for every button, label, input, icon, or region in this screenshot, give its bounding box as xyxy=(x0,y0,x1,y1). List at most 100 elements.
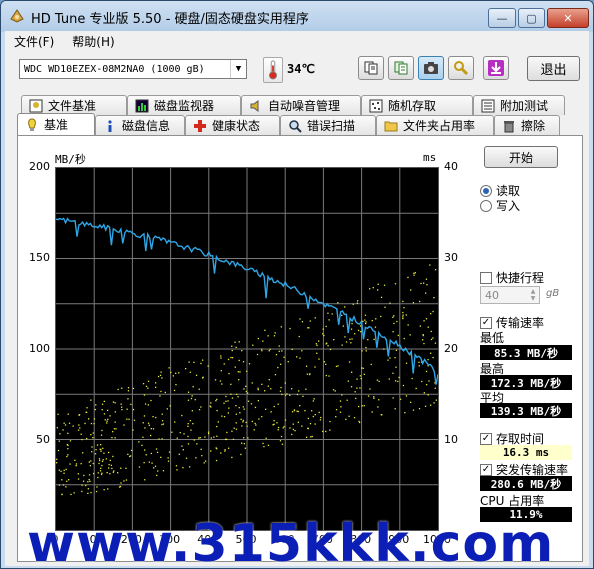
access-time-point xyxy=(217,421,219,423)
close-button[interactable]: ✕ xyxy=(547,8,589,28)
access-time-point xyxy=(166,408,168,410)
access-time-point xyxy=(107,409,109,411)
access-time-point xyxy=(106,420,108,422)
minimize-button[interactable]: — xyxy=(488,8,516,28)
access-time-point xyxy=(105,458,107,460)
copy-all-button[interactable] xyxy=(388,56,414,80)
menu-help[interactable]: 帮助(H) xyxy=(63,33,123,50)
access-time-point xyxy=(172,375,174,377)
tab-erase[interactable]: 擦除 xyxy=(494,115,560,135)
access-time-point xyxy=(299,357,301,359)
tab-error-scan[interactable]: 错误扫描 xyxy=(280,115,376,135)
menu-file[interactable]: 文件(F) xyxy=(5,33,63,50)
access-time-point xyxy=(283,425,285,428)
access-time-point xyxy=(221,383,223,385)
quick-stroke-checkbox[interactable]: 快捷行程 xyxy=(480,269,544,286)
access-time-point xyxy=(95,490,98,493)
access-time-point xyxy=(359,387,361,389)
maximize-button[interactable]: ▢ xyxy=(518,8,545,28)
quick-stroke-stepper[interactable]: 40 ▲ ▼ xyxy=(480,286,540,304)
access-time-point xyxy=(161,420,164,422)
drive-select[interactable]: WDC WD10EZEX-08M2NA0 (1000 gB) ▼ xyxy=(19,59,247,79)
tab-file-benchmark[interactable]: 文件基准 xyxy=(21,95,127,115)
access-time-point xyxy=(403,307,405,309)
access-time-point xyxy=(345,341,348,343)
tab-label: 健康状态 xyxy=(212,119,261,133)
access-time-point xyxy=(307,417,309,420)
access-time-point xyxy=(359,421,361,424)
options-button[interactable] xyxy=(448,56,474,80)
access-time-point xyxy=(151,462,153,464)
access-time-point xyxy=(67,432,69,434)
access-time-point xyxy=(242,419,244,422)
access-time-point xyxy=(305,365,308,367)
access-time-point xyxy=(64,424,67,426)
access-time-point xyxy=(89,480,91,482)
access-time-point xyxy=(318,340,320,342)
access-time-point xyxy=(101,460,104,463)
access-time-point xyxy=(327,345,329,347)
access-time-point xyxy=(121,406,123,408)
screenshot-button[interactable] xyxy=(418,56,444,80)
access-time-point xyxy=(280,386,282,389)
exit-button[interactable]: 退出 xyxy=(527,56,580,81)
checkbox-box[interactable] xyxy=(480,271,492,284)
access-time-point xyxy=(243,437,245,439)
access-time-point xyxy=(415,387,417,390)
copy-info-icon xyxy=(364,61,378,75)
access-time-point xyxy=(377,283,379,285)
access-time-point xyxy=(430,404,432,406)
access-time-point xyxy=(245,385,247,387)
tab-health[interactable]: 健康状态 xyxy=(185,115,280,135)
access-time-point xyxy=(319,419,322,421)
checkmark-icon[interactable]: ✓ xyxy=(480,432,492,445)
access-time-point xyxy=(62,484,65,486)
access-time-point xyxy=(95,449,97,451)
checkmark-icon[interactable]: ✓ xyxy=(480,463,492,476)
access-time-point xyxy=(67,448,69,450)
access-time-point xyxy=(280,435,283,438)
access-time-point xyxy=(318,358,320,360)
access-time-point xyxy=(362,367,364,369)
access-time-point xyxy=(339,400,342,402)
access-time-point xyxy=(281,443,284,445)
access-time-point xyxy=(216,435,218,437)
access-time-point xyxy=(68,422,71,424)
access-time-point xyxy=(125,467,127,469)
save-button[interactable] xyxy=(483,56,509,80)
access-time-point xyxy=(369,388,371,390)
tab-benchmark[interactable]: 基准 xyxy=(17,113,95,135)
access-time-point xyxy=(235,346,237,348)
copy-info-button[interactable] xyxy=(358,56,384,80)
radio-dot[interactable] xyxy=(480,199,492,212)
access-time-point xyxy=(335,365,338,368)
tab-disk-info[interactable]: 磁盘信息 xyxy=(95,115,185,135)
access-time-point xyxy=(363,373,365,375)
stepper-arrows-icon[interactable]: ▲ ▼ xyxy=(527,287,539,303)
tab-extra-tests[interactable]: 附加测试 xyxy=(473,95,565,115)
access-time-point xyxy=(257,387,259,389)
access-time-point xyxy=(394,408,396,410)
access-time-point xyxy=(412,409,415,411)
access-time-point xyxy=(178,372,180,374)
tab-folder-usage[interactable]: 文件夹占用率 xyxy=(376,115,494,135)
access-time-point xyxy=(342,325,344,327)
access-time-point xyxy=(273,335,276,337)
tab-random-access[interactable]: 随机存取 xyxy=(361,95,473,115)
chevron-down-icon[interactable]: ▼ xyxy=(230,60,246,78)
access-time-point xyxy=(103,400,105,402)
write-radio[interactable]: 写入 xyxy=(480,197,520,214)
tab-disk-monitor[interactable]: 磁盘监视器 xyxy=(127,95,241,115)
start-button[interactable]: 开始 xyxy=(484,146,558,168)
checkmark-icon[interactable]: ✓ xyxy=(480,316,492,329)
title-bar[interactable]: HD Tune 专业版 5.50 - 硬盘/固态硬盘实用程序 — ▢ ✕ xyxy=(1,1,593,31)
access-time-point xyxy=(220,357,222,359)
access-time-point xyxy=(311,410,313,412)
radio-dot-checked[interactable] xyxy=(480,184,492,197)
access-time-point xyxy=(147,422,150,424)
access-time-point xyxy=(80,433,82,435)
access-time-point xyxy=(200,448,202,450)
access-time-point xyxy=(72,425,74,427)
tab-auto-noise[interactable]: 自动噪音管理 xyxy=(241,95,361,115)
access-time-point xyxy=(97,472,99,474)
